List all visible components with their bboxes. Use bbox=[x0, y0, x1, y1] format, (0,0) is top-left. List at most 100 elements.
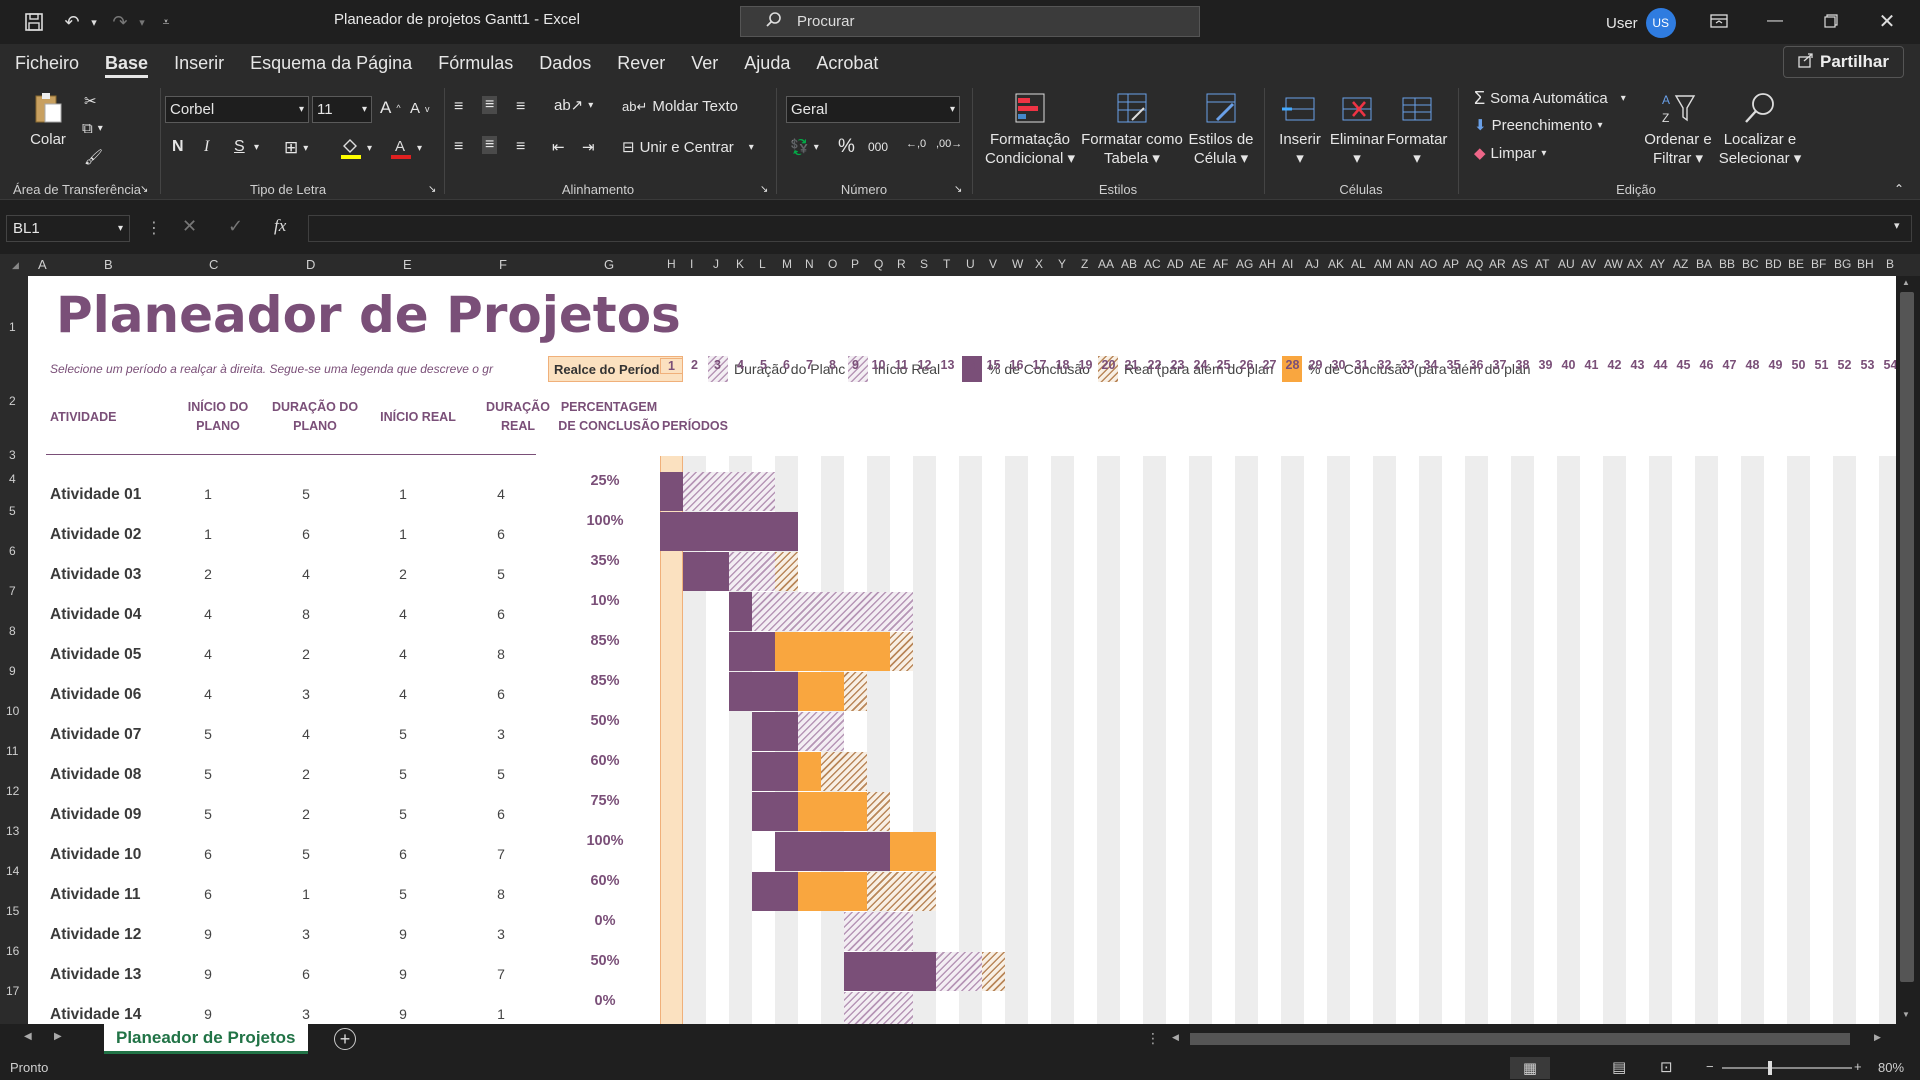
column-header[interactable]: A bbox=[38, 257, 47, 272]
row-header[interactable]: 9 bbox=[9, 664, 16, 678]
column-header[interactable]: AJ bbox=[1305, 257, 1319, 271]
tab-ficheiro[interactable]: Ficheiro bbox=[2, 44, 92, 82]
row-header[interactable]: 11 bbox=[6, 744, 18, 758]
decrease-indent-icon[interactable]: ⇤ bbox=[552, 138, 565, 156]
merge-center-button[interactable]: ⊟ Unir e Centrar ▾ bbox=[622, 138, 754, 157]
find-select-button[interactable]: Localizar e Selecionar ▾ bbox=[1716, 90, 1804, 168]
row-header[interactable]: 7 bbox=[9, 584, 16, 598]
column-header[interactable]: BE bbox=[1788, 257, 1804, 271]
column-header[interactable]: J bbox=[713, 257, 719, 271]
align-right-icon[interactable]: ≡ bbox=[516, 138, 525, 156]
column-header[interactable]: O bbox=[828, 257, 837, 271]
prev-sheet-icon[interactable]: ◀ bbox=[24, 1031, 32, 1042]
decrease-decimal-icon[interactable]: ,00→ bbox=[936, 138, 962, 150]
collapse-ribbon-icon[interactable]: ⌃ bbox=[1894, 182, 1904, 196]
copy-icon[interactable]: ⧉ ▾ bbox=[82, 120, 103, 137]
tab-ver[interactable]: Ver bbox=[678, 44, 731, 82]
tab-dados[interactable]: Dados bbox=[526, 44, 604, 82]
column-header[interactable]: U bbox=[966, 257, 975, 271]
font-size-select[interactable]: 11 ▾ bbox=[312, 96, 372, 123]
restore-icon[interactable] bbox=[1808, 6, 1854, 36]
row-header[interactable]: 12 bbox=[6, 784, 19, 798]
column-header[interactable]: R bbox=[897, 257, 906, 271]
column-header[interactable]: BF bbox=[1811, 257, 1826, 271]
cell-styles-button[interactable]: Estilos de Célula ▾ bbox=[1186, 90, 1256, 168]
column-header[interactable]: L bbox=[759, 257, 766, 271]
column-header[interactable]: B bbox=[104, 257, 113, 272]
align-center-icon[interactable]: ≡ bbox=[482, 136, 498, 154]
column-header[interactable]: AG bbox=[1236, 257, 1253, 271]
tab-split-handle-icon[interactable]: ⋮ bbox=[1146, 1030, 1160, 1047]
save-icon[interactable] bbox=[18, 6, 50, 38]
enter-icon[interactable]: ✓ bbox=[228, 216, 243, 237]
accounting-format-icon[interactable]: 💱 ▾ bbox=[790, 138, 819, 156]
fill-color-icon[interactable]: ▾ bbox=[340, 136, 372, 160]
column-header[interactable]: BA bbox=[1696, 257, 1712, 271]
autosum-button[interactable]: Σ Soma Automática ▾ bbox=[1474, 88, 1626, 109]
tab-formulas[interactable]: Fórmulas bbox=[425, 44, 526, 82]
percent-style-icon[interactable]: % bbox=[838, 136, 855, 158]
column-header[interactable]: K bbox=[736, 257, 744, 271]
column-header[interactable]: AE bbox=[1190, 257, 1206, 271]
add-sheet-icon[interactable]: + bbox=[334, 1028, 356, 1050]
ribbon-display-options-icon[interactable] bbox=[1696, 6, 1742, 36]
paste-button[interactable]: Colar bbox=[30, 90, 66, 149]
column-header[interactable]: AZ bbox=[1673, 257, 1688, 271]
row-header[interactable]: 8 bbox=[9, 624, 16, 638]
column-header[interactable]: B bbox=[1886, 257, 1894, 271]
tab-esquema-da-pagina[interactable]: Esquema da Página bbox=[237, 44, 425, 82]
column-header[interactable]: P bbox=[851, 257, 859, 271]
sort-filter-button[interactable]: AZ Ordenar e Filtrar ▾ bbox=[1642, 90, 1714, 168]
select-all-icon[interactable]: ◢ bbox=[12, 260, 19, 271]
orientation-icon[interactable]: ab↗ ▾ bbox=[554, 96, 593, 114]
number-format-select[interactable]: Geral ▾ bbox=[786, 96, 960, 123]
column-header[interactable]: AU bbox=[1558, 257, 1575, 271]
align-left-icon[interactable]: ≡ bbox=[454, 138, 463, 156]
column-header[interactable]: AN bbox=[1397, 257, 1414, 271]
column-header[interactable]: BC bbox=[1742, 257, 1759, 271]
row-header[interactable]: 16 bbox=[6, 944, 19, 958]
row-header[interactable]: 3 bbox=[9, 448, 16, 462]
sheet-tab-planeador[interactable]: Planeador de Projetos bbox=[104, 1024, 308, 1054]
borders-icon[interactable]: ⊞ ▾ bbox=[284, 138, 308, 158]
column-header[interactable]: AS bbox=[1512, 257, 1528, 271]
column-header[interactable]: BB bbox=[1719, 257, 1735, 271]
column-header[interactable]: AV bbox=[1581, 257, 1596, 271]
row-header[interactable]: 5 bbox=[9, 504, 16, 518]
formula-input[interactable] bbox=[308, 215, 1912, 242]
account-area[interactable]: User US bbox=[1606, 8, 1676, 38]
customize-toolbar-icon[interactable]: ⩡ bbox=[150, 6, 182, 38]
column-header[interactable]: AP bbox=[1443, 257, 1459, 271]
format-cells-button[interactable]: Formatar ▾ bbox=[1386, 90, 1448, 168]
column-header[interactable]: BG bbox=[1834, 257, 1851, 271]
insert-cells-button[interactable]: Inserir ▾ bbox=[1274, 90, 1326, 168]
row-header[interactable]: 17 bbox=[6, 984, 19, 998]
close-icon[interactable]: ✕ bbox=[1864, 6, 1910, 36]
column-header[interactable]: AD bbox=[1167, 257, 1184, 271]
scroll-up-icon[interactable]: ▲ bbox=[1902, 278, 1910, 287]
decrease-font-icon[interactable]: Av bbox=[410, 100, 430, 117]
column-header[interactable]: S bbox=[920, 257, 928, 271]
font-launcher-icon[interactable]: ↘ bbox=[428, 184, 436, 195]
increase-font-icon[interactable]: A ^ bbox=[380, 98, 401, 118]
next-sheet-icon[interactable]: ▶ bbox=[54, 1031, 62, 1042]
column-header[interactable]: AB bbox=[1121, 257, 1137, 271]
column-header[interactable]: V bbox=[989, 257, 997, 271]
alignment-launcher-icon[interactable]: ↘ bbox=[760, 184, 768, 195]
wrap-text-button[interactable]: ab↵ Moldar Texto bbox=[622, 98, 738, 115]
zoom-out-icon[interactable]: − bbox=[1706, 1059, 1714, 1074]
zoom-in-icon[interactable]: + bbox=[1854, 1059, 1862, 1074]
font-color-icon[interactable]: A ▾ bbox=[390, 136, 422, 160]
font-name-select[interactable]: Corbel ▾ bbox=[165, 96, 309, 123]
column-header[interactable]: AI bbox=[1282, 257, 1293, 271]
clear-button[interactable]: ◆ Limpar ▾ bbox=[1474, 144, 1546, 163]
bold-button[interactable]: N bbox=[172, 138, 184, 156]
scroll-down-icon[interactable]: ▼ bbox=[1902, 1010, 1910, 1019]
column-header[interactable]: M bbox=[782, 257, 792, 271]
search-box[interactable]: Procurar bbox=[740, 6, 1200, 37]
row-header[interactable]: 13 bbox=[6, 824, 19, 838]
increase-decimal-icon[interactable]: ←,0 bbox=[906, 138, 926, 150]
column-header[interactable]: AC bbox=[1144, 257, 1161, 271]
column-header[interactable]: I bbox=[690, 257, 693, 271]
column-header[interactable]: AA bbox=[1098, 257, 1114, 271]
